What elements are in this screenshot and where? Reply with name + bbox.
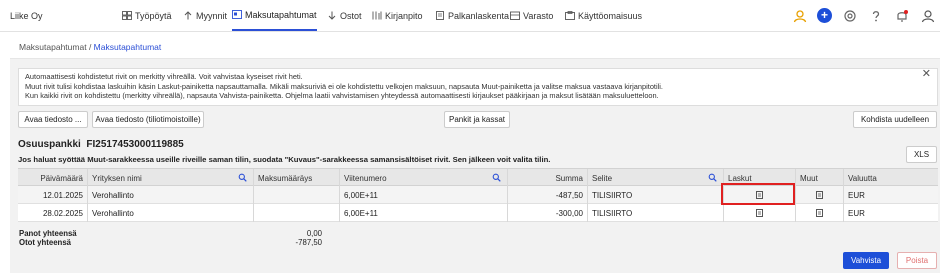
open-file-button[interactable]: Avaa tiedosto ... bbox=[18, 111, 88, 128]
company-name[interactable]: Liike Oy bbox=[10, 11, 43, 21]
header-payment-order[interactable]: Maksumääräys bbox=[254, 169, 340, 187]
bank-name: Osuuspankki bbox=[18, 139, 81, 150]
cell-sum: -300,00 bbox=[508, 204, 588, 222]
info-line: Muut rivit tulisi kohdistaa laskuihin kä… bbox=[25, 81, 663, 91]
nav-label: Varasto bbox=[523, 10, 554, 21]
help-icon[interactable] bbox=[869, 9, 883, 23]
other-document-icon[interactable] bbox=[816, 191, 823, 199]
filter-hint: Jos haluat syöttää Muut-sarakkeessa usei… bbox=[18, 155, 551, 164]
invoice-document-icon[interactable] bbox=[756, 209, 763, 217]
nav-item-tyopoyta[interactable]: Työpöytä bbox=[122, 0, 172, 31]
dashboard-icon bbox=[122, 11, 132, 20]
cell-description: TILISIIRTO bbox=[588, 186, 724, 204]
nav-label: Ostot bbox=[340, 10, 362, 21]
cell-reference: 6,00E+11 bbox=[340, 204, 508, 222]
other-document-icon[interactable] bbox=[816, 209, 823, 217]
header-company[interactable]: Yrityksen nimi bbox=[88, 169, 254, 187]
search-icon[interactable] bbox=[708, 173, 717, 182]
nav-label: Kirjanpito bbox=[385, 10, 423, 21]
assets-icon bbox=[565, 11, 575, 20]
close-icon[interactable]: ✕ bbox=[922, 69, 931, 80]
cell-other bbox=[796, 204, 844, 222]
ledger-icon bbox=[372, 11, 382, 20]
cell-date: 12.01.2025 bbox=[18, 186, 88, 204]
cell-currency: EUR bbox=[848, 190, 865, 200]
breadcrumb: Maksutapahtumat / Maksutapahtumat bbox=[19, 42, 161, 52]
banks-button[interactable]: Pankit ja kassat bbox=[444, 111, 510, 128]
nav-item-ostot[interactable]: Ostot bbox=[327, 0, 362, 31]
payroll-icon bbox=[435, 11, 445, 20]
header-date[interactable]: Päivämäärä bbox=[18, 169, 88, 187]
total-in-label: Panot yhteensä bbox=[19, 229, 77, 238]
total-out-label: Otot yhteensä bbox=[19, 238, 71, 247]
payments-icon bbox=[232, 10, 242, 19]
header-currency[interactable]: Valuutta bbox=[844, 169, 938, 187]
table-header-row: Päivämäärä Yrityksen nimi Maksumääräys V… bbox=[18, 168, 938, 187]
nav-item-maksutapahtumat[interactable]: Maksutapahtumat bbox=[232, 0, 317, 31]
reallocate-button[interactable]: Kohdista uudelleen bbox=[853, 111, 937, 128]
totals-labels: Panot yhteensä Otot yhteensä bbox=[19, 229, 77, 247]
nav-label: Maksutapahtumat bbox=[245, 9, 317, 20]
highlight-box bbox=[721, 183, 795, 205]
arrow-up-icon bbox=[183, 11, 193, 20]
cell-payment-order bbox=[254, 204, 340, 222]
search-icon[interactable] bbox=[492, 173, 501, 182]
table-row[interactable]: 28.02.2025 Verohallinto 6,00E+11 -300,00… bbox=[18, 204, 938, 222]
cell-date: 28.02.2025 bbox=[18, 204, 88, 222]
info-line: Automaattisesti kohdistetut rivit on mer… bbox=[25, 72, 303, 81]
top-navigation: Liike Oy Työpöytä Myynnit Maksutapahtuma… bbox=[0, 0, 940, 32]
user-icon[interactable] bbox=[793, 9, 807, 23]
total-in-value: 0,00 bbox=[306, 229, 322, 238]
breadcrumb-current: Maksutapahtumat bbox=[93, 42, 162, 52]
nav-item-varasto[interactable]: Varasto bbox=[510, 0, 553, 31]
cell-other bbox=[796, 186, 844, 204]
totals-values: 0,00 -787,50 bbox=[250, 229, 322, 247]
nav-item-palkanlaskenta[interactable]: Palkanlaskenta bbox=[435, 0, 509, 31]
header-other[interactable]: Muut bbox=[796, 169, 844, 187]
breadcrumb-separator: / bbox=[86, 42, 94, 52]
header-description[interactable]: Selite bbox=[588, 169, 724, 187]
nav-label: Myynnit bbox=[196, 10, 228, 21]
nav-label: Työpöytä bbox=[135, 10, 172, 21]
confirm-button[interactable]: Vahvista bbox=[843, 252, 889, 269]
info-box: Automaattisesti kohdistetut rivit on mer… bbox=[18, 68, 938, 106]
nav-label: Palkanlaskenta bbox=[448, 10, 510, 21]
arrow-down-icon bbox=[327, 11, 337, 20]
nav-item-myynnit[interactable]: Myynnit bbox=[183, 0, 227, 31]
delete-button[interactable]: Poista bbox=[897, 252, 937, 269]
plus-icon[interactable]: + bbox=[817, 8, 832, 23]
cell-company: Verohallinto bbox=[88, 204, 254, 222]
cell-sum: -487,50 bbox=[508, 186, 588, 204]
cell-reference: 6,00E+11 bbox=[340, 186, 508, 204]
cell-description: TILISIIRTO bbox=[588, 204, 724, 222]
breadcrumb-parent[interactable]: Maksutapahtumat bbox=[19, 42, 87, 52]
nav-item-kirjanpito[interactable]: Kirjanpito bbox=[372, 0, 423, 31]
bank-account-title: Osuuspankki FI2517453000119885 bbox=[18, 139, 184, 150]
nav-label: Käyttöomaisuus bbox=[578, 10, 643, 21]
cell-currency: EUR bbox=[848, 208, 865, 218]
notification-icon[interactable] bbox=[895, 9, 909, 23]
bank-iban: FI2517453000119885 bbox=[86, 139, 184, 150]
table-row[interactable]: 12.01.2025 Verohallinto 6,00E+11 -487,50… bbox=[18, 186, 938, 204]
total-out-value: -787,50 bbox=[295, 238, 322, 247]
cell-payment-order bbox=[254, 186, 340, 204]
profile-icon[interactable] bbox=[921, 9, 935, 23]
nav-item-kayttoomaisuus[interactable]: Käyttöomaisuus bbox=[565, 0, 642, 31]
search-icon[interactable] bbox=[238, 173, 247, 182]
header-reference[interactable]: Viitenumero bbox=[340, 169, 508, 187]
cell-invoices bbox=[724, 204, 796, 222]
xls-export-button[interactable]: XLS bbox=[906, 146, 937, 163]
open-statement-file-button[interactable]: Avaa tiedosto (tiliotimoistoille) bbox=[92, 111, 204, 128]
warehouse-icon bbox=[510, 11, 520, 20]
header-sum[interactable]: Summa bbox=[508, 169, 588, 187]
cell-company: Verohallinto bbox=[88, 186, 254, 204]
settings-icon[interactable] bbox=[843, 9, 857, 23]
info-line: Kun kaikki rivit on kohdistettu (merkitt… bbox=[25, 91, 659, 101]
